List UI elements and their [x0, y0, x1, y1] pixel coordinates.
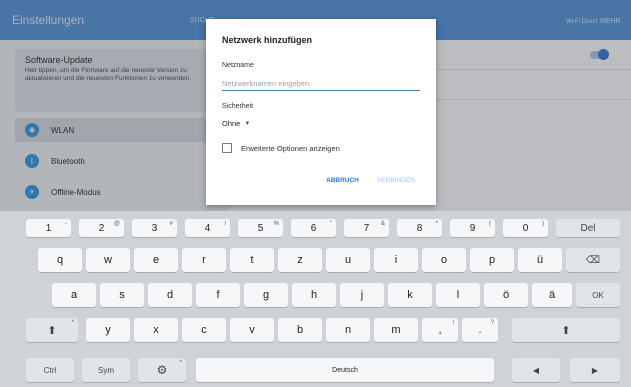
- security-label: Sicherheit: [222, 103, 254, 110]
- key-a[interactable]: a: [52, 283, 96, 307]
- key-r[interactable]: r: [182, 248, 226, 272]
- key-d[interactable]: d: [148, 283, 192, 307]
- advanced-options-label: Erweiterte Optionen anzeigen: [241, 143, 340, 153]
- arrow-left-icon: ◀: [532, 365, 540, 375]
- key-z[interactable]: z: [278, 248, 322, 272]
- key-5[interactable]: 5%: [238, 219, 283, 237]
- key-c[interactable]: c: [182, 318, 226, 342]
- space-key[interactable]: Deutsch: [196, 358, 494, 382]
- key-h[interactable]: h: [292, 283, 336, 307]
- shift-key-left[interactable]: ⬆ *: [26, 318, 78, 342]
- key-1[interactable]: 1-: [26, 219, 71, 237]
- security-dropdown[interactable]: Ohne ▼: [222, 119, 250, 128]
- sym-key[interactable]: Sym: [82, 358, 130, 382]
- ctrl-key[interactable]: Ctrl: [26, 358, 74, 382]
- onscreen-keyboard: 1- 2 @ 3 # 4/ 5% 6 " 7 & 8 * 9( 0) Del q w e …: [0, 211, 631, 387]
- dialog-title: Netzwerk hinzufügen: [222, 35, 313, 45]
- key-y[interactable]: y: [86, 318, 130, 342]
- gear-icon: ⚙: [156, 363, 168, 377]
- shift-key-right[interactable]: ⬆: [512, 318, 620, 342]
- key-9[interactable]: 9(: [450, 219, 495, 237]
- key-l[interactable]: l: [436, 283, 480, 307]
- key-f[interactable]: f: [196, 283, 240, 307]
- add-network-dialog: Netzwerk hinzufügen Netzname Sicherheit …: [206, 19, 436, 205]
- shift-icon: ⬆: [561, 324, 571, 337]
- backspace-key[interactable]: ⌫: [566, 248, 620, 272]
- key-m[interactable]: m: [374, 318, 418, 342]
- key-6[interactable]: 6 ": [291, 219, 336, 237]
- key-ae[interactable]: ä: [532, 283, 572, 307]
- key-oe[interactable]: ö: [484, 283, 528, 307]
- key-j[interactable]: j: [340, 283, 384, 307]
- cancel-button[interactable]: ABBRUCH: [326, 177, 359, 184]
- network-name-input[interactable]: [222, 77, 420, 91]
- key-t[interactable]: t: [230, 248, 274, 272]
- key-q[interactable]: q: [38, 248, 82, 272]
- key-period[interactable]: .?: [462, 318, 498, 342]
- cursor-left-key[interactable]: ◀: [512, 358, 560, 382]
- key-comma[interactable]: ,!: [422, 318, 458, 342]
- advanced-options-checkbox[interactable]: [222, 143, 232, 153]
- key-s[interactable]: s: [100, 283, 144, 307]
- key-e[interactable]: e: [134, 248, 178, 272]
- security-value: Ohne: [222, 119, 241, 128]
- key-0[interactable]: 0): [503, 219, 548, 237]
- key-2[interactable]: 2 @: [79, 219, 124, 237]
- key-3[interactable]: 3 #: [132, 219, 177, 237]
- key-x[interactable]: x: [134, 318, 178, 342]
- ok-key[interactable]: OK: [576, 283, 620, 307]
- key-7[interactable]: 7 &: [344, 219, 389, 237]
- delete-key[interactable]: Del: [556, 219, 620, 237]
- key-i[interactable]: i: [374, 248, 418, 272]
- key-u[interactable]: u: [326, 248, 370, 272]
- key-8[interactable]: 8 *: [397, 219, 442, 237]
- dropdown-caret-icon: ▼: [244, 120, 251, 127]
- key-b[interactable]: b: [278, 318, 322, 342]
- key-v[interactable]: v: [230, 318, 274, 342]
- key-4[interactable]: 4/: [185, 219, 230, 237]
- settings-key[interactable]: ⚙ *: [138, 358, 186, 382]
- network-name-label: Netzname: [222, 62, 254, 69]
- cursor-right-key[interactable]: ▶: [570, 358, 620, 382]
- arrow-right-icon: ▶: [591, 365, 599, 375]
- key-w[interactable]: w: [86, 248, 130, 272]
- key-p[interactable]: p: [470, 248, 514, 272]
- key-o[interactable]: o: [422, 248, 466, 272]
- key-k[interactable]: k: [388, 283, 432, 307]
- advanced-options-row[interactable]: Erweiterte Optionen anzeigen: [222, 143, 340, 153]
- shift-icon: ⬆: [47, 324, 57, 337]
- key-g[interactable]: g: [244, 283, 288, 307]
- key-n[interactable]: n: [326, 318, 370, 342]
- key-ue[interactable]: ü: [518, 248, 562, 272]
- connect-button[interactable]: VERBINDEN: [377, 177, 415, 184]
